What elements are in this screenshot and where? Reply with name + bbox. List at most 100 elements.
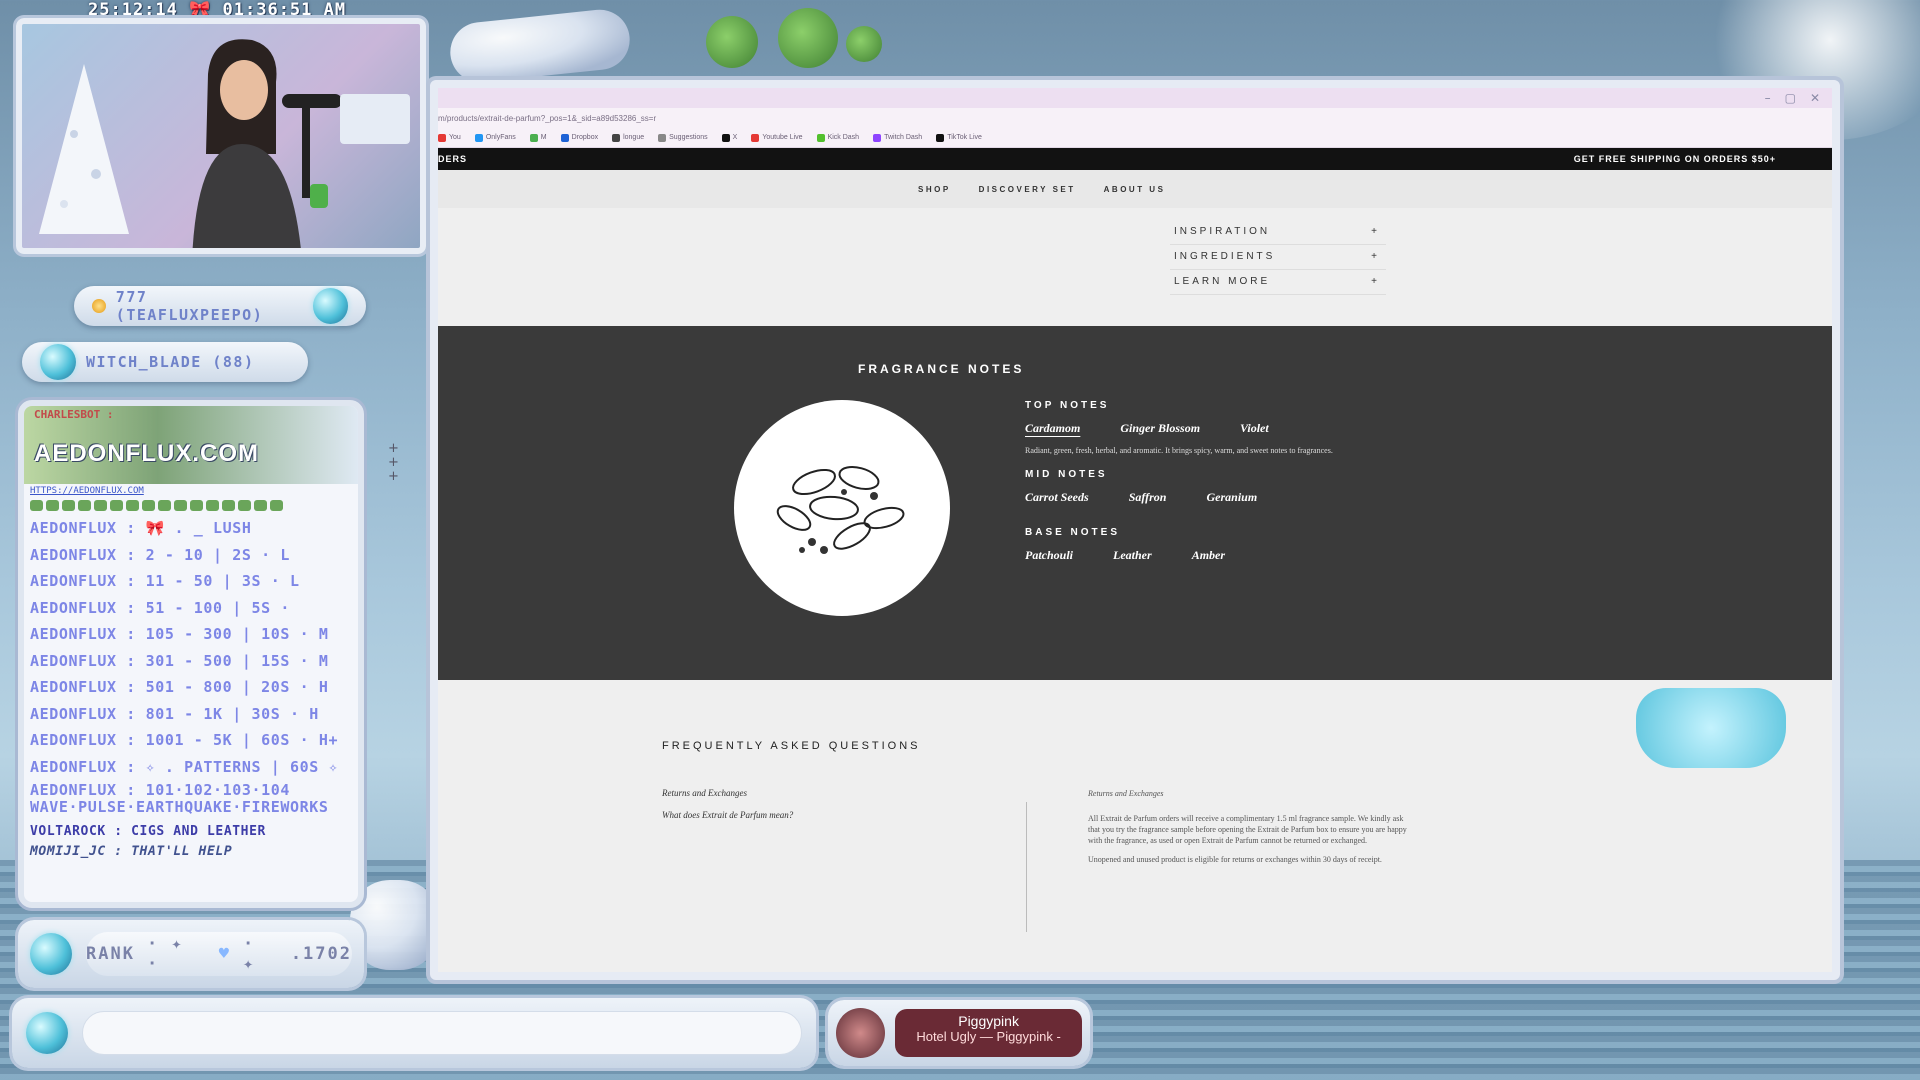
site-nav: SHOP DISCOVERY SET ABOUT US [438, 170, 1832, 208]
note-tab[interactable]: Violet [1240, 421, 1269, 436]
bookmark-icon [658, 133, 667, 142]
second-user-pill: WITCH_BLADE (88) [22, 342, 308, 382]
bookmark-icon [751, 133, 760, 142]
chat-input-bar [12, 998, 816, 1068]
shelf [340, 94, 410, 144]
bookmark[interactable]: X [721, 133, 737, 142]
bookmark-icon [873, 133, 882, 142]
bookmark[interactable]: Youtube Live [751, 133, 803, 142]
faq-answer-text: All Extrait de Parfum orders will receiv… [1088, 814, 1407, 845]
nav-about-us[interactable]: ABOUT US [1104, 185, 1166, 194]
bookmark[interactable]: M [529, 133, 547, 142]
fragrance-notes-title: FRAGRANCE NOTES [858, 362, 1025, 376]
rank-display: RANK · ✦ · ♥ · ✦ .1702 [86, 932, 352, 976]
top-user-label: 777 (TEAFLUXPEEPO) [115, 288, 264, 324]
gem-icon [26, 1012, 68, 1054]
chrome-frame-ornament [447, 6, 633, 86]
close-icon[interactable]: ✕ [1810, 91, 1820, 105]
nav-shop[interactable]: SHOP [918, 185, 951, 194]
chat-message: AEDONFLUX : 51 - 100 | 5S · [30, 598, 291, 617]
bookmark[interactable]: Suggestions [658, 133, 708, 142]
emote-icon [206, 500, 219, 511]
emote-icon [254, 500, 267, 511]
pepe-emote-icon [778, 8, 838, 68]
minimize-icon[interactable]: – [1765, 91, 1771, 105]
faq-answer-heading: Returns and Exchanges [1088, 789, 1164, 798]
url-text[interactable]: m/products/extrait-de-parfum?_pos=1&_sid… [438, 114, 656, 123]
note-tab[interactable]: Leather [1113, 548, 1152, 563]
cardamom-illustration [734, 400, 950, 616]
chat-message: AEDONFLUX : 101·102·103·104 WAVE·PULSE·E… [30, 780, 329, 816]
accordion-ingredients[interactable]: INGREDIENTS + [1170, 245, 1386, 270]
emote-icon [94, 500, 107, 511]
bookmark-icon [816, 133, 825, 142]
chat-message: AEDONFLUX : 105 - 300 | 10S · M [30, 625, 329, 643]
emote-icon [222, 500, 235, 511]
rank-label: RANK [86, 944, 135, 964]
bookmark-icon [936, 133, 945, 142]
chat-message: AEDONFLUX : 501 - 800 | 20S · H [30, 678, 329, 696]
note-tab[interactable]: Ginger Blossom [1120, 421, 1200, 436]
plus-icon[interactable]: + [1371, 226, 1380, 237]
chat-message: AEDONFLUX : 1001 - 5K | 60S · H+ [30, 731, 339, 749]
chat-input-field[interactable] [82, 1011, 802, 1055]
note-tab[interactable]: Carrot Seeds [1025, 490, 1089, 505]
second-user-label: WITCH_BLADE (88) [86, 353, 255, 371]
chat-brand: AEDONFLUX.COM [34, 440, 259, 467]
accordion-inspiration[interactable]: INSPIRATION + [1170, 220, 1386, 245]
address-bar[interactable]: m/products/extrait-de-parfum?_pos=1&_sid… [438, 108, 1832, 128]
chat-message: AEDONFLUX : 11 - 50 | 3S · L [30, 572, 300, 590]
pepe-emote-icon [846, 26, 882, 62]
note-tab[interactable]: Saffron [1129, 490, 1167, 505]
plus-icon[interactable]: + [1371, 251, 1380, 262]
product-accordion: INSPIRATION + INGREDIENTS + LEARN MORE + [1170, 220, 1386, 295]
bookmark-icon [474, 133, 483, 142]
bookmarks-bar: You OnlyFans M Dropbox longue Suggestion… [438, 128, 1832, 148]
track-title: Piggypink [958, 1013, 1019, 1029]
note-tab[interactable]: Amber [1192, 548, 1225, 563]
emote-icon [190, 500, 203, 511]
emote-icon [158, 500, 171, 511]
bookmark[interactable]: You [438, 133, 461, 142]
heart-badge-icon [1636, 688, 1786, 768]
chat-link[interactable]: HTTPS://AEDONFLUX.COM [24, 484, 358, 498]
bookmark[interactable]: Kick Dash [816, 133, 859, 142]
accordion-learn-more[interactable]: LEARN MORE + [1170, 270, 1386, 295]
bookmark[interactable]: Dropbox [560, 133, 598, 142]
gem-icon [312, 288, 349, 324]
emote-icon [142, 500, 155, 511]
side-plus-icons: + + + [388, 441, 399, 484]
bookmark-icon [721, 133, 730, 142]
chat-panel: CHARLESBOT : AEDONFLUX.COM HTTPS://AEDON… [18, 400, 364, 908]
emote-icon [110, 500, 123, 511]
top-notes-heading: TOP NOTES [1025, 400, 1110, 411]
bookmark[interactable]: Twitch Dash [873, 133, 922, 142]
emote-row [24, 498, 358, 515]
note-tab[interactable]: Patchouli [1025, 548, 1073, 563]
base-notes-row: Patchouli Leather Amber [1025, 548, 1333, 563]
faq-question[interactable]: What does Extrait de Parfum mean? [662, 810, 793, 820]
maximize-icon[interactable]: ▢ [1785, 91, 1796, 105]
faq-answer-text: Unopened and unused product is eligible … [1088, 855, 1382, 864]
emote-icon [46, 500, 59, 511]
plus-icon[interactable]: + [1371, 276, 1380, 287]
announce-right: GET FREE SHIPPING ON ORDERS $50+ [1573, 154, 1776, 164]
bookmark[interactable]: TikTok Live [936, 133, 982, 142]
announce-left: DERS [438, 154, 468, 164]
nav-discovery-set[interactable]: DISCOVERY SET [979, 185, 1076, 194]
note-tab[interactable]: Geranium [1206, 490, 1257, 505]
chat-message: AEDONFLUX : 2 - 10 | 2S · L [30, 545, 291, 564]
emote-icon [270, 500, 283, 511]
sparkle-icon: · ✦ · [146, 934, 184, 974]
browser-tab-bar: – ▢ ✕ [438, 88, 1832, 108]
faq-question[interactable]: Returns and Exchanges [662, 788, 793, 798]
bookmark[interactable]: OnlyFans [474, 133, 516, 142]
bookmark[interactable]: longue [612, 133, 644, 142]
browser-window: – ▢ ✕ m/products/extrait-de-parfum?_pos=… [430, 80, 1840, 980]
top-user-pill: 777 (TEAFLUXPEEPO) [74, 286, 366, 326]
streamer-image [192, 39, 342, 248]
chat-message: AEDONFLUX : 801 - 1K | 30S · H [30, 704, 319, 723]
base-notes-heading: BASE NOTES [1025, 527, 1121, 538]
now-playing-card: Piggypink Hotel Ugly — Piggypink - [895, 1009, 1082, 1057]
note-tab[interactable]: Cardamom [1025, 421, 1080, 436]
